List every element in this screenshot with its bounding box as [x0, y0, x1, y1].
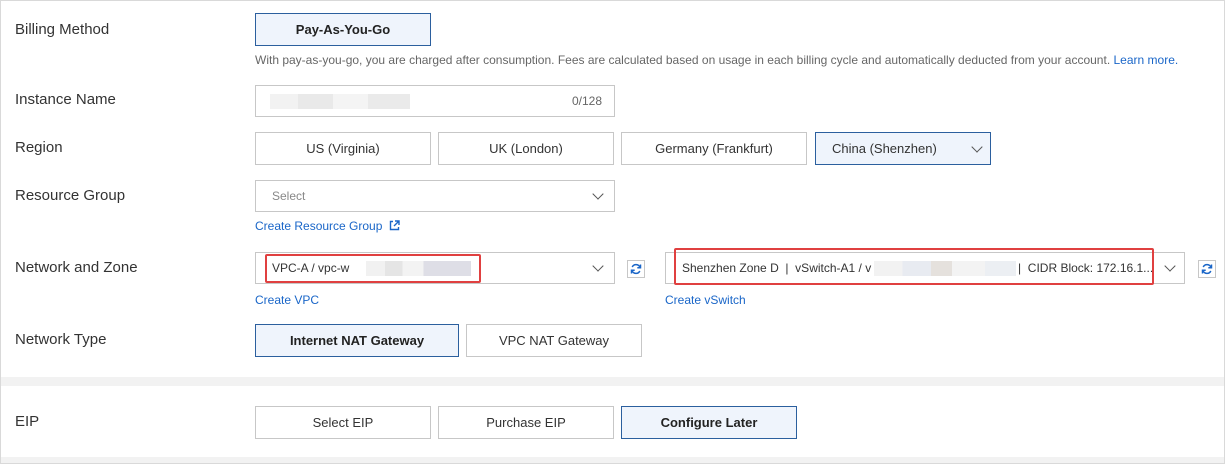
- resource-group-placeholder: Select: [272, 189, 306, 203]
- instance-name-counter: 0/128: [571, 94, 602, 108]
- purchase-eip-button[interactable]: Purchase EIP: [438, 406, 614, 439]
- masked-instance-name: [270, 93, 410, 109]
- create-resource-group-text: Create Resource Group: [255, 219, 383, 233]
- vpc-highlight-box: [265, 254, 481, 283]
- vpc-nat-gateway-button[interactable]: VPC NAT Gateway: [466, 324, 642, 357]
- learn-more-link[interactable]: Learn more.: [1114, 53, 1179, 67]
- section-divider: [1, 377, 1224, 386]
- vpc-refresh-button[interactable]: [627, 260, 645, 278]
- region-uk-london[interactable]: UK (London): [438, 132, 614, 165]
- region-germany-frankfurt[interactable]: Germany (Frankfurt): [621, 132, 807, 165]
- select-eip-button[interactable]: Select EIP: [255, 406, 431, 439]
- chevron-down-icon: [592, 188, 604, 200]
- bottom-divider: [1, 457, 1224, 463]
- chevron-down-icon: [592, 260, 604, 272]
- region-label: Region: [15, 139, 63, 156]
- region-china-shenzhen-dropdown[interactable]: China (Shenzhen): [815, 132, 991, 165]
- chevron-down-icon: [1164, 260, 1176, 272]
- billing-description: With pay-as-you-go, you are charged afte…: [255, 53, 1178, 67]
- external-link-icon: [389, 220, 400, 231]
- chevron-down-icon: [971, 141, 983, 153]
- billing-description-text: With pay-as-you-go, you are charged afte…: [255, 53, 1111, 67]
- region-china-shenzhen-label: China (Shenzhen): [832, 141, 937, 156]
- network-type-label: Network Type: [15, 331, 107, 348]
- resource-group-select[interactable]: Select: [255, 180, 615, 212]
- region-us-virginia[interactable]: US (Virginia): [255, 132, 431, 165]
- eip-label: EIP: [15, 413, 40, 430]
- billing-method-label: Billing Method: [15, 21, 110, 38]
- refresh-icon: [1201, 263, 1213, 275]
- internet-nat-gateway-button[interactable]: Internet NAT Gateway: [255, 324, 459, 357]
- form-panel: [0, 0, 1225, 464]
- refresh-icon: [630, 263, 642, 275]
- instance-name-input[interactable]: 0/128: [255, 85, 615, 117]
- network-zone-label: Network and Zone: [15, 259, 138, 276]
- instance-name-label: Instance Name: [15, 91, 116, 108]
- vswitch-highlight-box: [674, 248, 1154, 285]
- create-resource-group-link[interactable]: Create Resource Group: [255, 219, 400, 233]
- pay-as-you-go-button[interactable]: Pay-As-You-Go: [255, 13, 431, 46]
- configure-later-button[interactable]: Configure Later: [621, 406, 797, 439]
- create-vswitch-link[interactable]: Create vSwitch: [665, 293, 746, 307]
- vswitch-refresh-button[interactable]: [1198, 260, 1216, 278]
- resource-group-label: Resource Group: [15, 187, 126, 204]
- create-vpc-link[interactable]: Create VPC: [255, 293, 319, 307]
